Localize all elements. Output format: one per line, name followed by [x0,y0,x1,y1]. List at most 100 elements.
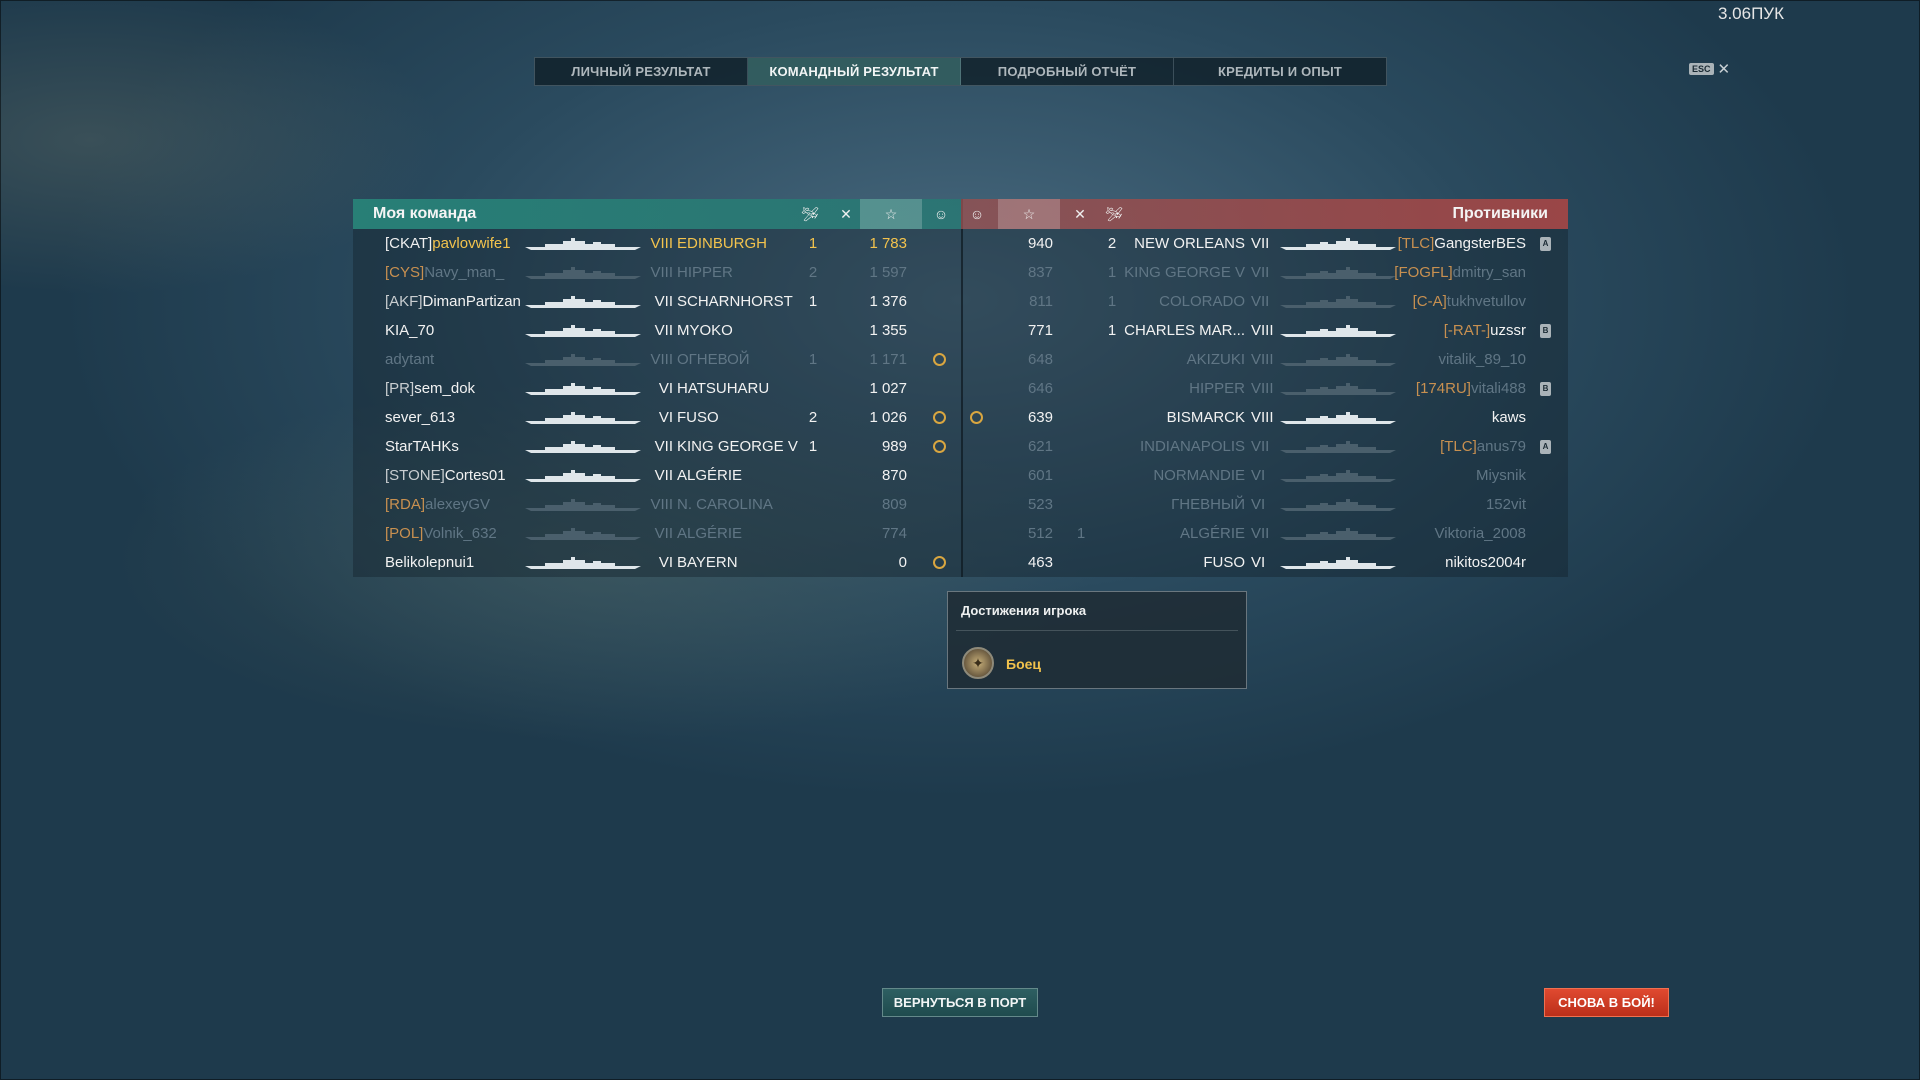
player-row[interactable]: StarTAHKs VII KING GEORGE V 1 989 [353,432,961,461]
tab-personal-result[interactable]: Личный результат [535,58,748,85]
ship-tier: VI [658,554,673,571]
ship-tier: VII [654,525,673,542]
player-row[interactable]: 940 2 NEW ORLEANS VII [TLC] GangsterBES A [961,229,1568,258]
exp-sort-icon[interactable]: ☆ [998,199,1060,229]
player-name: [RDA] alexeyGV [385,490,490,519]
player-row[interactable]: 463 FUSO VI nikitos2004r [961,548,1568,577]
player-name: [CKAT] pavlovwife1 [385,229,511,258]
fps-counter: 3.06ПУК [1717,4,1784,23]
player-row[interactable]: [CYS] Navy_man_ VIII HIPPER 2 1 597 [353,258,961,287]
rank-badge-icon: B [1540,374,1551,403]
exp-value: 639 [1027,409,1053,426]
player-row[interactable]: 639 BISMARCK VIII kaws [961,403,1568,432]
player-name: [TLC] anus79 [1361,432,1526,461]
medal-icon[interactable] [933,345,946,374]
player-row[interactable]: [AKF] DimanPartizan VII SCHARNHORST 1 1 376 [353,287,961,316]
player-row[interactable]: 648 AKIZUKI VIII vitalik_89_10 [961,345,1568,374]
planes-icon[interactable]: 🛩 [1098,199,1130,229]
ship-silhouette-icon [523,441,643,453]
exp-value: 0 [898,554,907,571]
tab-detailed-report[interactable]: Подробный отчёт [961,58,1174,85]
player-row[interactable]: 512 1 ALGÉRIE VII Viktoria_2008 [961,519,1568,548]
player-row[interactable]: [PR] sem_dok VI HATSUHARU 1 027 [353,374,961,403]
ship-name: COLORADO [1159,293,1245,310]
my-team-panel: Моя команда 🛩 ✕ ☆ ☺ [CKAT] pavlovwife1 VII… [353,199,961,577]
ship-silhouette-icon [523,528,643,540]
player-nickname: kaws [1491,409,1526,426]
planes-count [1066,490,1096,519]
player-nickname: vitalik_89_10 [1438,351,1526,368]
planes-count [1066,461,1096,490]
medal-icon[interactable] [933,548,946,577]
player-row[interactable]: Belikolepnui1 VI BAYERN 0 [353,548,961,577]
exp-value: 1 027 [869,380,907,397]
player-row[interactable]: 621 INDIANAPOLIS VII [TLC] anus79 A [961,432,1568,461]
player-name: [AKF] DimanPartizan [385,287,521,316]
kills-icon[interactable]: ✕ [1064,199,1096,229]
achievements-title: Достижения игрока [961,603,1087,618]
player-row[interactable]: [STONE] Cortes01 VII ALGÉRIE 870 [353,461,961,490]
ship-tier: VIII [650,264,673,281]
medal-icon[interactable] [970,403,983,432]
player-row[interactable]: 523 ГНЕВНЫЙ VI 152vit [961,490,1568,519]
exp-value: 989 [881,438,907,455]
ship-silhouette-icon [523,383,643,395]
player-name: adytant [385,345,434,374]
player-row[interactable]: [POL] Volnik_632 VII ALGÉRIE 774 [353,519,961,548]
ship-name: CHARLES MAR... [1124,322,1245,339]
player-nickname: alexeyGV [425,496,491,513]
ship-name: NEW ORLEANS [1134,235,1245,252]
player-nickname: pavlovwife1 [432,235,511,252]
exp-sort-icon[interactable]: ☆ [860,199,922,229]
ship-tier: VII [654,293,673,310]
exp-value: 463 [1027,554,1053,571]
player-row[interactable]: 811 1 COLORADO VII [C-A] tukhvetullov [961,287,1568,316]
close-button[interactable]: ESC ✕ [1689,60,1730,78]
player-row[interactable]: sever_613 VI FUSO 2 1 026 [353,403,961,432]
player-name: [POL] Volnik_632 [385,519,497,548]
ship-name: HIPPER [1189,380,1245,397]
medal-icon[interactable] [933,403,946,432]
planes-count [1066,316,1096,345]
my-team-header: Моя команда 🛩 ✕ ☆ ☺ [353,199,961,229]
player-row[interactable]: KIA_70 VII MYOKO 1 355 [353,316,961,345]
clan-tag: [TLC] [1397,235,1435,252]
ship-name: ALGÉRIE [1179,525,1245,542]
kills-icon[interactable]: ✕ [830,199,862,229]
ship-silhouette-icon [523,296,643,308]
player-name: StarTAHKs [385,432,459,461]
achievements-popup: Достижения игрока ✦ Боец [947,591,1247,689]
clan-tag: [TLC] [1440,438,1477,455]
player-nickname: dmitry_san [1452,264,1526,281]
ship-silhouette-icon [523,238,643,250]
tab-team-result[interactable]: Командный результат [748,58,961,85]
achievement-icon[interactable]: ☺ [925,199,957,229]
clan-tag: [STONE] [385,467,445,484]
ship-silhouette-icon [523,325,643,337]
player-row[interactable]: 601 NORMANDIE VI Miysnik [961,461,1568,490]
medal-icon[interactable] [933,432,946,461]
player-row[interactable]: [RDA] alexeyGV VIII N. CAROLINA 809 [353,490,961,519]
return-to-port-button[interactable]: Вернуться в порт [882,988,1038,1017]
player-row[interactable]: 837 1 KING GEORGE V VII [FOGFL] dmitry_san [961,258,1568,287]
ship-name: EDINBURGH [677,235,768,252]
fighter-medal-icon[interactable]: ✦ [962,647,994,679]
tab-credits-exp[interactable]: Кредиты и опыт [1174,58,1386,85]
planes-icon[interactable]: 🛩 [794,199,826,229]
battle-again-button[interactable]: Снова в бой! [1544,988,1669,1017]
player-nickname: tukhvetullov [1446,293,1526,310]
kills-count: 1 [808,351,818,368]
kills-count: 1 [808,235,818,252]
ship-tier: VI [658,380,673,397]
rank-badge-letter: B [1540,323,1551,338]
exp-value: 1 026 [869,409,907,426]
achievement-icon[interactable]: ☺ [961,199,993,229]
player-row[interactable]: [CKAT] pavlovwife1 VIII EDINBURGH 1 1 783 [353,229,961,258]
player-row[interactable]: 646 HIPPER VIII [174RU] vitali488 B [961,374,1568,403]
rank-badge-letter: A [1540,236,1551,251]
player-row[interactable]: 771 1 CHARLES MAR... VIII [-RAT-] uzssr B [961,316,1568,345]
clan-tag: [C-A] [1412,293,1447,310]
ship-name: ОГНЕВОЙ [677,351,750,368]
close-icon: ✕ [1717,61,1731,78]
player-row[interactable]: adytant VIII ОГНЕВОЙ 1 1 171 [353,345,961,374]
